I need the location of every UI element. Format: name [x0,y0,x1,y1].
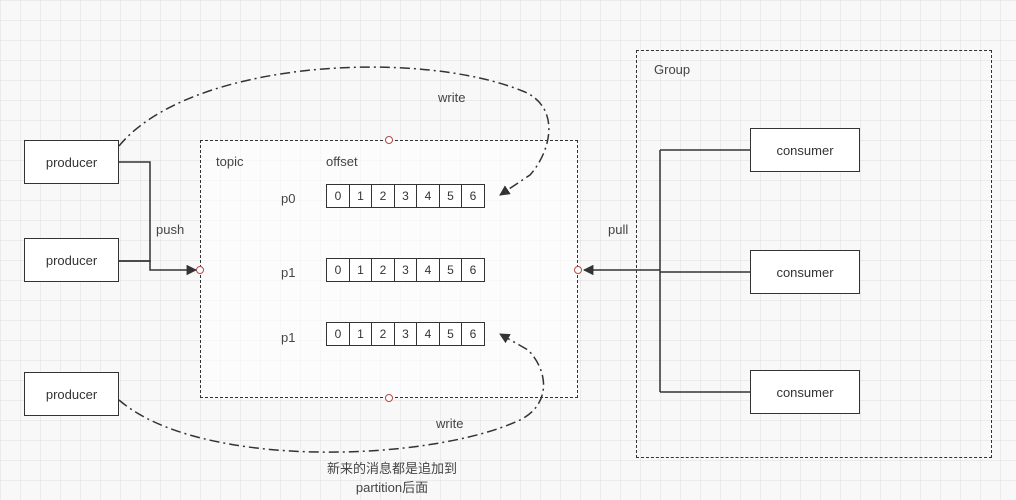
offset-cell: 4 [416,184,440,208]
partition-row: 0 1 2 3 4 5 6 [326,184,485,208]
offset-cell: 0 [326,322,350,346]
pull-label: pull [608,222,628,237]
partition-name: p0 [281,191,295,206]
producer-box: producer [24,238,119,282]
producer-label: producer [46,253,97,268]
offset-cell: 6 [461,322,485,346]
caption-line2: partition后面 [292,477,492,496]
consumer-label: consumer [776,385,833,400]
offset-cell: 5 [439,184,463,208]
offset-cell: 3 [394,258,418,282]
consumer-box: consumer [750,370,860,414]
offset-cell: 2 [371,184,395,208]
producer-label: producer [46,387,97,402]
offset-cell: 1 [349,258,373,282]
consumer-box: consumer [750,128,860,172]
offset-label: offset [326,154,358,169]
push-label: push [156,222,184,237]
offset-cell: 5 [439,258,463,282]
offset-cell: 6 [461,184,485,208]
caption: 新来的消息都是追加到 partition后面 [292,458,492,496]
offset-cell: 3 [394,184,418,208]
partition-name: p1 [281,330,295,345]
topic-port-top [385,136,393,144]
group-title: Group [654,62,690,77]
consumer-label: consumer [776,143,833,158]
partition-row: 0 1 2 3 4 5 6 [326,322,485,346]
offset-cell: 1 [349,184,373,208]
partition-row: 0 1 2 3 4 5 6 [326,258,485,282]
offset-cell: 3 [394,322,418,346]
offset-cell: 5 [439,322,463,346]
write-label-bottom: write [436,416,463,431]
diagram-stage: { "producers": ["producer", "producer", … [0,0,1016,500]
topic-title: topic [216,154,243,169]
offset-cell: 4 [416,322,440,346]
producer-box: producer [24,140,119,184]
offset-cell: 6 [461,258,485,282]
offset-cell: 4 [416,258,440,282]
topic-port-bottom [385,394,393,402]
topic-port-left [196,266,204,274]
caption-line1: 新来的消息都是追加到 [292,458,492,477]
consumer-label: consumer [776,265,833,280]
consumer-box: consumer [750,250,860,294]
offset-cell: 0 [326,258,350,282]
offset-cell: 2 [371,258,395,282]
partition-name: p1 [281,265,295,280]
producer-box: producer [24,372,119,416]
topic-port-right [574,266,582,274]
offset-cell: 0 [326,184,350,208]
offset-cell: 1 [349,322,373,346]
write-label-top: write [438,90,465,105]
producer-label: producer [46,155,97,170]
offset-cell: 2 [371,322,395,346]
